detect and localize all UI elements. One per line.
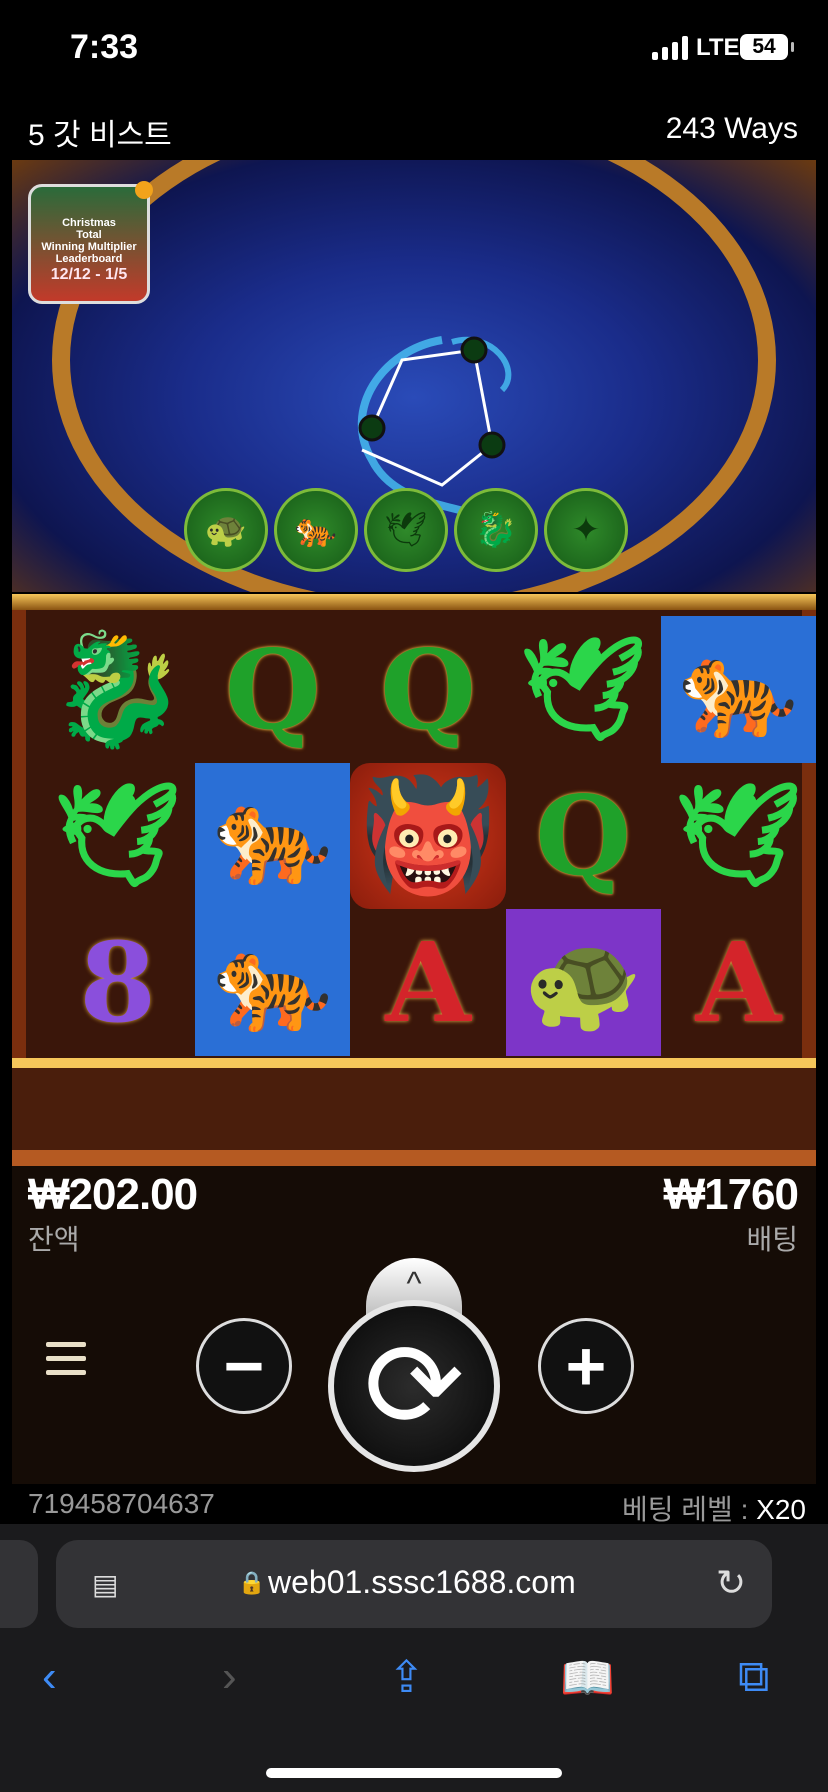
bookmarks-icon[interactable]: 📖 [560,1652,615,1704]
bet-value: ₩1760 [663,1170,799,1219]
bet-level: 베팅 레벨 : X20 [622,1488,806,1528]
lock-icon: 🔒 [238,1570,266,1595]
signal-icon [652,36,688,60]
a-symbol: A [695,918,782,1048]
browser-nav: ‹ › ⇪ 📖 ⧉ [0,1642,828,1722]
bet-level-value: X20 [756,1494,806,1525]
tiger-symbol: 🐅 [195,762,351,910]
bet-level-label: 베팅 레벨 : [622,1494,749,1525]
browser-toolbar: ▤ 🔒 web01.sssc1688.com ↻ ‹ › ⇪ 📖 ⧉ [0,1524,828,1792]
battery-icon: 54 [740,34,794,60]
promo-date: 12/12 - 1/5 [50,266,128,283]
reel-area: 🐉 Q Q 🕊 🐅 🕊 🐅 👹 Q 🕊 8 🐅 A 🐢 A [12,610,816,1058]
game-header: 5 갓 비스트 243 Ways [0,104,828,154]
bet-label: 배팅 [746,1224,798,1255]
collection-coins: 🐢 🐅 🕊 🐉 ✦ [184,488,628,572]
share-icon[interactable]: ⇪ [388,1652,425,1703]
back-icon[interactable]: ‹ [42,1652,57,1702]
reader-icon[interactable]: ▤ [92,1568,122,1600]
decrease-bet-button[interactable]: − [196,1318,292,1414]
reel-base [12,1058,816,1166]
forward-icon[interactable]: › [222,1652,237,1702]
transaction-id: 719458704637 [28,1488,215,1519]
home-indicator [266,1768,562,1778]
notification-dot [135,181,153,199]
dragon-coin-icon: 🐉 [454,488,538,572]
turtle-symbol: 🐢 [505,909,661,1056]
ways-count: 243 Ways [665,112,798,145]
balance-label: 잔액 [28,1224,80,1255]
promo-line-2: Total [76,229,102,241]
dragon-mask-symbol: 👹 [350,762,506,910]
crane-symbol: 🕊 [519,632,647,745]
dragon-symbol: 🐉 [49,627,187,751]
tiger-symbol: 🐅 [195,909,351,1056]
reel-grid: 🐉 Q Q 🕊 🐅 🕊 🐅 👹 Q 🕊 8 🐅 A 🐢 A [40,616,816,1056]
tabs-icon[interactable]: ⧉ [738,1652,769,1702]
balance-value: ₩202.00 [28,1170,198,1219]
crane-symbol: 🕊 [54,779,182,892]
spin-button[interactable]: ⟳ [328,1300,500,1472]
gold-divider [12,594,816,610]
status-bar: 7:33 LTE 54 [0,0,828,100]
q-symbol: Q [224,624,321,754]
game-title: 5 갓 비스트 [28,119,172,152]
q-symbol: Q [535,771,632,901]
eight-symbol: 8 [79,918,156,1048]
christmas-leaderboard-promo[interactable]: Christmas Total Winning Multiplier Leade… [28,181,153,304]
tiger-symbol: 🐅 [660,616,816,763]
previous-tab[interactable] [0,1540,38,1628]
reload-icon[interactable]: ↻ [716,1562,746,1604]
network-type: LTE [696,34,740,61]
game-footer: 719458704637 베팅 레벨 : X20 [12,1484,816,1525]
a-symbol: A [385,918,471,1048]
address-bar[interactable]: ▤ 🔒 web01.sssc1688.com ↻ [56,1540,772,1628]
phoenix-coin-icon: ✦ [544,488,628,572]
turtle-coin-icon: 🐢 [184,488,268,572]
crane-coin-icon: 🕊 [364,488,448,572]
promo-line-4: Leaderboard [55,253,123,265]
promo-line-1: Christmas [62,217,116,229]
menu-icon[interactable] [46,1342,86,1382]
q-symbol: Q [380,624,476,754]
increase-bet-button[interactable]: + [538,1318,634,1414]
promo-line-3: Winning Multiplier [41,241,137,253]
tiger-coin-icon: 🐅 [274,488,358,572]
url-text: web01.sssc1688.com [268,1564,576,1600]
crane-symbol: 🕊 [674,779,802,892]
clock: 7:33 [70,28,139,66]
